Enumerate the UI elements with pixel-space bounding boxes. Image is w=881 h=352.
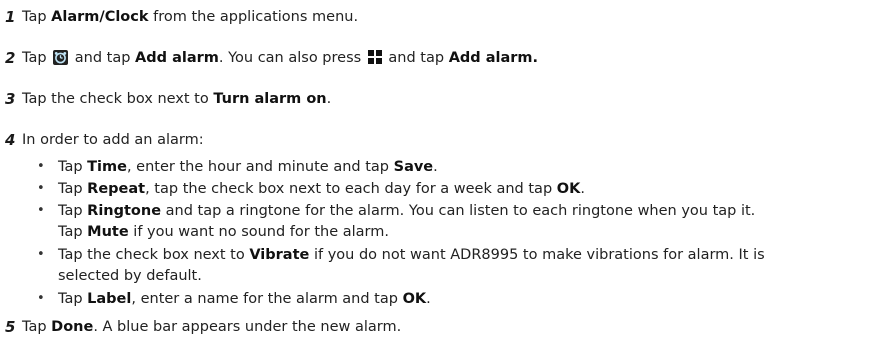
bullet-marker: • bbox=[37, 159, 45, 174]
bullet-time: Tap Time, enter the hour and minute and … bbox=[58, 159, 438, 175]
step-text: Tap and tap Add alarm. You can also pres… bbox=[22, 50, 539, 66]
step-number: 4 bbox=[5, 131, 16, 149]
ui-term: Add alarm. bbox=[448, 50, 539, 66]
bullet-marker: • bbox=[37, 181, 45, 196]
alarm-clock-icon bbox=[53, 50, 69, 65]
step-text: Tap Done. A blue bar appears under the n… bbox=[22, 319, 402, 335]
bullet-marker: • bbox=[37, 247, 45, 262]
ui-term: Alarm/Clock bbox=[51, 9, 149, 25]
ui-term: Add alarm bbox=[135, 50, 219, 66]
bullet-ringtone: Tap Ringtone and tap a ringtone for the … bbox=[58, 203, 756, 219]
bullet-marker: • bbox=[37, 203, 45, 218]
ui-term: Turn alarm on bbox=[213, 91, 327, 107]
step-number: 3 bbox=[5, 90, 16, 108]
bullet-ringtone-line2: Tap Mute if you want no sound for the al… bbox=[58, 224, 390, 240]
step-text: In order to add an alarm: bbox=[22, 132, 204, 148]
step-number: 2 bbox=[5, 49, 16, 67]
bullet-label: Tap Label, enter a name for the alarm an… bbox=[58, 291, 431, 307]
step-text: Tap the check box next to Turn alarm on. bbox=[22, 91, 332, 107]
bullet-vibrate-line2: selected by default. bbox=[58, 268, 202, 284]
step-text: Tap Alarm/Clock from the applications me… bbox=[22, 9, 359, 25]
bullet-vibrate: Tap the check box next to Vibrate if you… bbox=[58, 247, 765, 263]
manual-page: 1 Tap Alarm/Clock from the applications … bbox=[0, 0, 881, 352]
step-number: 5 bbox=[5, 318, 16, 336]
ui-term: Done bbox=[51, 319, 94, 335]
bullet-marker: • bbox=[37, 291, 45, 306]
step-number: 1 bbox=[5, 8, 16, 26]
menu-grid-icon bbox=[367, 50, 382, 64]
bullet-repeat: Tap Repeat, tap the check box next to ea… bbox=[58, 181, 585, 197]
